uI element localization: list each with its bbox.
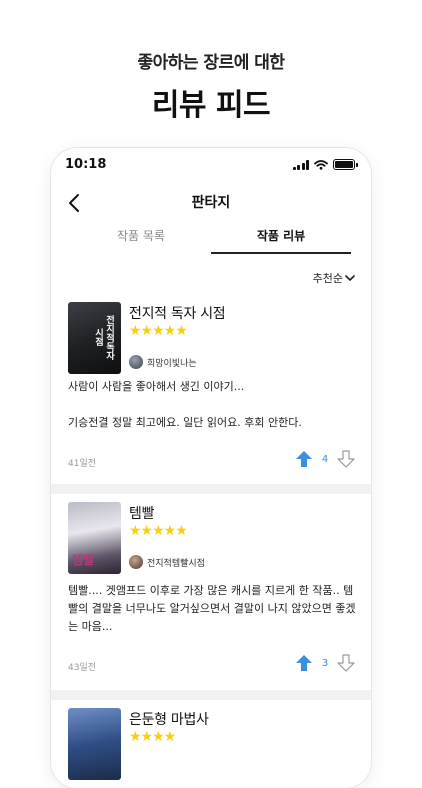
avatar [129, 355, 143, 369]
cover-title: 템빨 [72, 553, 95, 567]
cover-title: 전지적독자시점 [93, 314, 114, 360]
author-name: 희망이빛나는 [147, 358, 197, 369]
vote-count: 4 [321, 453, 329, 465]
promo-title: 리뷰 피드 [151, 88, 271, 123]
book-cover[interactable]: 전지적독자시점 [68, 302, 121, 374]
star-rating: ★★★★ [129, 729, 176, 745]
battery-icon [333, 159, 358, 170]
vote-count: 3 [321, 657, 329, 669]
promo-subtitle: 좋아하는 장르에 대한 [137, 53, 285, 73]
review-card[interactable]: 템빨 템빨 ★★★★★ 전지적템빨시점 템빨.... 겟앰프드 이후로 가장 많… [51, 494, 371, 690]
star-rating: ★★★★★ [129, 523, 188, 539]
review-body: 기승전결 정말 최고에요. 일단 읽어요. 후회 안한다. [68, 416, 302, 429]
review-headline: 사람이 사람을 좋아해서 생긴 이야기... [68, 380, 245, 393]
status-time: 10:18 [65, 157, 107, 172]
nav-bar: 판타지 [51, 184, 371, 222]
review-author[interactable]: 희망이빛나는 [129, 355, 197, 369]
chevron-down-icon [345, 275, 355, 281]
tab-work-list[interactable]: 작품 목록 [71, 222, 211, 254]
star-rating: ★★★★★ [129, 323, 188, 339]
book-title[interactable]: 전지적 독자 시점 [129, 303, 226, 323]
page-title: 판타지 [191, 195, 231, 211]
sort-dropdown[interactable]: 추천순 [313, 270, 355, 286]
book-cover[interactable] [68, 708, 121, 780]
sort-label: 추천순 [312, 272, 343, 285]
review-body: 템빨.... 겟앰프드 이후로 가장 많은 캐시를 지르게 한 작품.. 템빨의… [68, 584, 356, 633]
arrow-up-icon[interactable] [295, 450, 313, 468]
avatar [129, 555, 143, 569]
arrow-down-icon[interactable] [337, 450, 355, 468]
arrow-up-icon[interactable] [295, 654, 313, 672]
arrow-down-icon[interactable] [337, 654, 355, 672]
book-title[interactable]: 템빨 [129, 503, 154, 523]
phone-frame: 10:18 판타지 작품 목록 작품 리뷰 추천순 전지적독자시점 전지적 독자… [51, 148, 371, 788]
review-card[interactable]: 은둔형 마법사 ★★★★ [51, 700, 371, 788]
vote-controls: 3 [295, 654, 355, 672]
review-date: 41일전 [68, 459, 97, 469]
app-header: 10:18 판타지 작품 목록 작품 리뷰 [51, 148, 371, 260]
wifi-icon [314, 159, 328, 170]
signal-icon [292, 159, 309, 170]
review-date: 43일전 [68, 663, 97, 673]
status-bar: 10:18 [51, 148, 371, 184]
tab-bar: 작품 목록 작품 리뷰 [51, 222, 371, 256]
book-cover[interactable]: 템빨 [68, 502, 121, 574]
status-icons [292, 159, 358, 170]
review-author[interactable]: 전지적템빨시점 [129, 555, 205, 569]
review-card[interactable]: 전지적독자시점 전지적 독자 시점 ★★★★★ 희망이빛나는 사람이 사람을 좋… [51, 294, 371, 484]
vote-controls: 4 [295, 450, 355, 468]
book-title[interactable]: 은둔형 마법사 [129, 709, 209, 729]
author-name: 전지적템빨시점 [147, 558, 205, 569]
tab-work-reviews[interactable]: 작품 리뷰 [211, 222, 351, 254]
